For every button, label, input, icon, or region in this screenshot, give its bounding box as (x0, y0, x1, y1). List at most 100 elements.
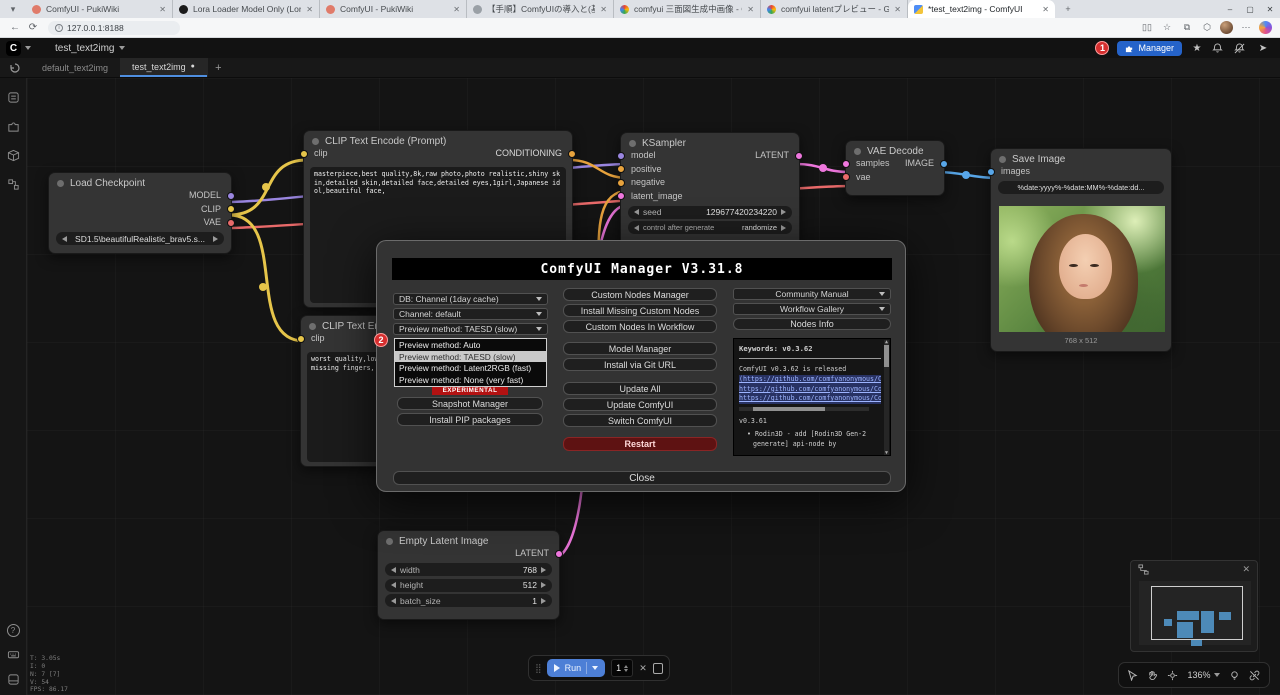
more-menu-icon[interactable]: ⋯ (1239, 21, 1253, 35)
tab-close-icon[interactable]: ✕ (306, 5, 313, 14)
drag-handle-icon[interactable]: ⣿ (535, 663, 541, 674)
browser-tab-6[interactable]: comfyui latentプレビュー - Google ✕ (761, 0, 908, 18)
notification-bell-2-icon[interactable] (1234, 43, 1248, 54)
next-arrow-icon[interactable] (781, 209, 786, 215)
minimap-panel[interactable]: ✕ (1130, 560, 1258, 652)
install-missing-custom-nodes-button[interactable]: Install Missing Custom Nodes (563, 304, 717, 317)
back-icon[interactable]: ← (6, 22, 24, 33)
collections-icon[interactable]: ⧉ (1180, 21, 1194, 35)
address-bar[interactable]: i 127.0.0.1:8188 (48, 21, 180, 35)
batch-size-widget[interactable]: batch_size 1 (385, 594, 552, 607)
prev-arrow-icon[interactable] (634, 209, 639, 215)
prev-arrow-icon[interactable] (391, 567, 396, 573)
browser-tab-4[interactable]: 【手順】ComfyUIの導入と(基本編 ✕ (467, 0, 614, 18)
output-pin-image[interactable] (940, 160, 948, 168)
prev-arrow-icon[interactable] (391, 598, 396, 604)
snapshot-manager-button[interactable]: Snapshot Manager (397, 397, 543, 410)
pan-hand-icon[interactable] (1147, 670, 1158, 681)
browser-tab-5[interactable]: comfyui 三面図生成中画像 - Google ✕ (614, 0, 761, 18)
minimap-close-icon[interactable]: ✕ (1242, 564, 1250, 575)
dropdown-option[interactable]: Preview method: Latent2RGB (fast) (395, 362, 546, 374)
tab-close-icon[interactable]: ✕ (1042, 5, 1049, 14)
collapse-dot[interactable] (999, 156, 1006, 163)
collapse-dot[interactable] (57, 180, 64, 187)
node-save-image[interactable]: Save Image images %date:yyyy%-%date:MM%-… (990, 148, 1172, 352)
node-ksampler[interactable]: KSampler model LATENT positive negative … (620, 132, 800, 247)
vertical-scrollbar[interactable]: ▲▼ (884, 340, 889, 456)
input-pin-samples[interactable] (842, 160, 850, 168)
filename-prefix-widget[interactable]: %date:yyyy%-%date:MM%-%date:dd... (998, 181, 1164, 194)
comfyui-logo[interactable]: C (6, 41, 21, 56)
workflow-tab-default[interactable]: default_text2img (30, 58, 120, 77)
custom-nodes-in-workflow-button[interactable]: Custom Nodes In Workflow (563, 320, 717, 333)
collapse-dot[interactable] (309, 323, 316, 330)
workflow-name-menu[interactable]: test_text2img (55, 43, 125, 54)
help-icon[interactable]: ? (7, 624, 20, 637)
input-pin-clip[interactable] (300, 150, 308, 158)
prev-arrow-icon[interactable] (634, 225, 639, 231)
dropdown-option[interactable]: Preview method: None (very fast) (395, 374, 546, 386)
nodes-info-button[interactable]: Nodes Info (733, 318, 891, 330)
logo-menu-caret-icon[interactable] (25, 46, 31, 50)
close-icon[interactable]: ✕ (1260, 0, 1280, 18)
run-options-caret-icon[interactable] (592, 666, 598, 670)
update-all-button[interactable]: Update All (563, 382, 717, 395)
copilot-icon[interactable] (1259, 21, 1272, 34)
news-link[interactable]: https://github.com/comfyanonymous/Com (739, 385, 881, 395)
toggle-lightbulb-icon[interactable] (1229, 670, 1240, 681)
browser-tab-3[interactable]: ComfyUI - PukiWiki ✕ (320, 0, 467, 18)
channel-select[interactable]: Channel: default (393, 308, 548, 320)
width-widget[interactable]: width 768 (385, 563, 552, 576)
update-comfyui-button[interactable]: Update ComfyUI (563, 398, 717, 411)
add-workflow-button[interactable]: + (207, 58, 229, 77)
generated-image-preview[interactable] (999, 206, 1165, 332)
db-channel-select[interactable]: DB: Channel (1day cache) (393, 293, 548, 305)
next-arrow-icon[interactable] (213, 236, 218, 242)
sidebar-queue-icon[interactable] (6, 90, 21, 105)
custom-nodes-manager-button[interactable]: Custom Nodes Manager (563, 288, 717, 301)
stop-icon[interactable] (653, 663, 663, 674)
node-empty-latent-image[interactable]: Empty Latent Image LATENT width 768 heig… (377, 530, 560, 620)
dropdown-option[interactable]: Preview method: Auto (395, 339, 546, 351)
collapse-dot[interactable] (386, 538, 393, 545)
node-vae-decode[interactable]: VAE Decode samples IMAGE vae (845, 140, 945, 196)
install-pip-packages-button[interactable]: Install PIP packages (397, 413, 543, 426)
minimap-canvas[interactable] (1139, 581, 1251, 645)
star-icon[interactable]: ★ (1190, 43, 1204, 54)
output-pin-vae[interactable] (227, 219, 235, 227)
cursor-share-icon[interactable]: ➤ (1256, 43, 1270, 54)
output-pin-clip[interactable] (227, 205, 235, 213)
manager-news-panel[interactable]: Keywords: v0.3.62 ComfyUI v0.3.62 is rel… (733, 338, 891, 456)
cancel-run-icon[interactable]: ✕ (639, 663, 647, 674)
tab-search-icon[interactable]: ▾ (0, 0, 26, 18)
browser-tab-active[interactable]: *test_text2img - ComfyUI ✕ (908, 0, 1055, 18)
ckpt-name-widget[interactable]: SD1.5\beautifulRealistic_brav5.s... (56, 232, 224, 245)
input-pin-clip[interactable] (297, 335, 305, 343)
fit-view-icon[interactable] (1167, 670, 1178, 681)
sidebar-workflows-icon[interactable] (6, 177, 21, 192)
control-after-generate-widget[interactable]: control after generate randomize (628, 221, 792, 234)
maximize-icon[interactable]: ▢ (1240, 0, 1260, 18)
prev-arrow-icon[interactable] (62, 236, 67, 242)
switch-comfyui-button[interactable]: Switch ComfyUI (563, 414, 717, 427)
collapse-dot[interactable] (312, 138, 319, 145)
install-via-git-url-button[interactable]: Install via Git URL (563, 358, 717, 371)
input-pin-images[interactable] (987, 168, 995, 176)
profile-avatar[interactable] (1220, 21, 1233, 34)
close-button[interactable]: Close (393, 471, 891, 485)
refresh-icon[interactable]: ⟳ (24, 22, 42, 33)
workflow-gallery-select[interactable]: Workflow Gallery (733, 303, 891, 315)
output-pin-conditioning[interactable] (568, 150, 576, 158)
collapse-dot[interactable] (629, 140, 636, 147)
tab-close-icon[interactable]: ✕ (747, 5, 754, 14)
seed-widget[interactable]: seed 129677420234220 (628, 206, 792, 219)
next-arrow-icon[interactable] (541, 598, 546, 604)
input-pin-vae[interactable] (842, 173, 850, 181)
next-arrow-icon[interactable] (541, 567, 546, 573)
tab-close-icon[interactable]: ✕ (159, 5, 166, 14)
input-pin-negative[interactable] (617, 179, 625, 187)
news-link[interactable]: https://github.com/comfyanonymous/Com (739, 394, 881, 404)
stepper-icons[interactable] (624, 665, 628, 672)
tab-close-icon[interactable]: ✕ (453, 5, 460, 14)
preview-method-select[interactable]: Preview method: TAESD (slow) (393, 323, 548, 335)
